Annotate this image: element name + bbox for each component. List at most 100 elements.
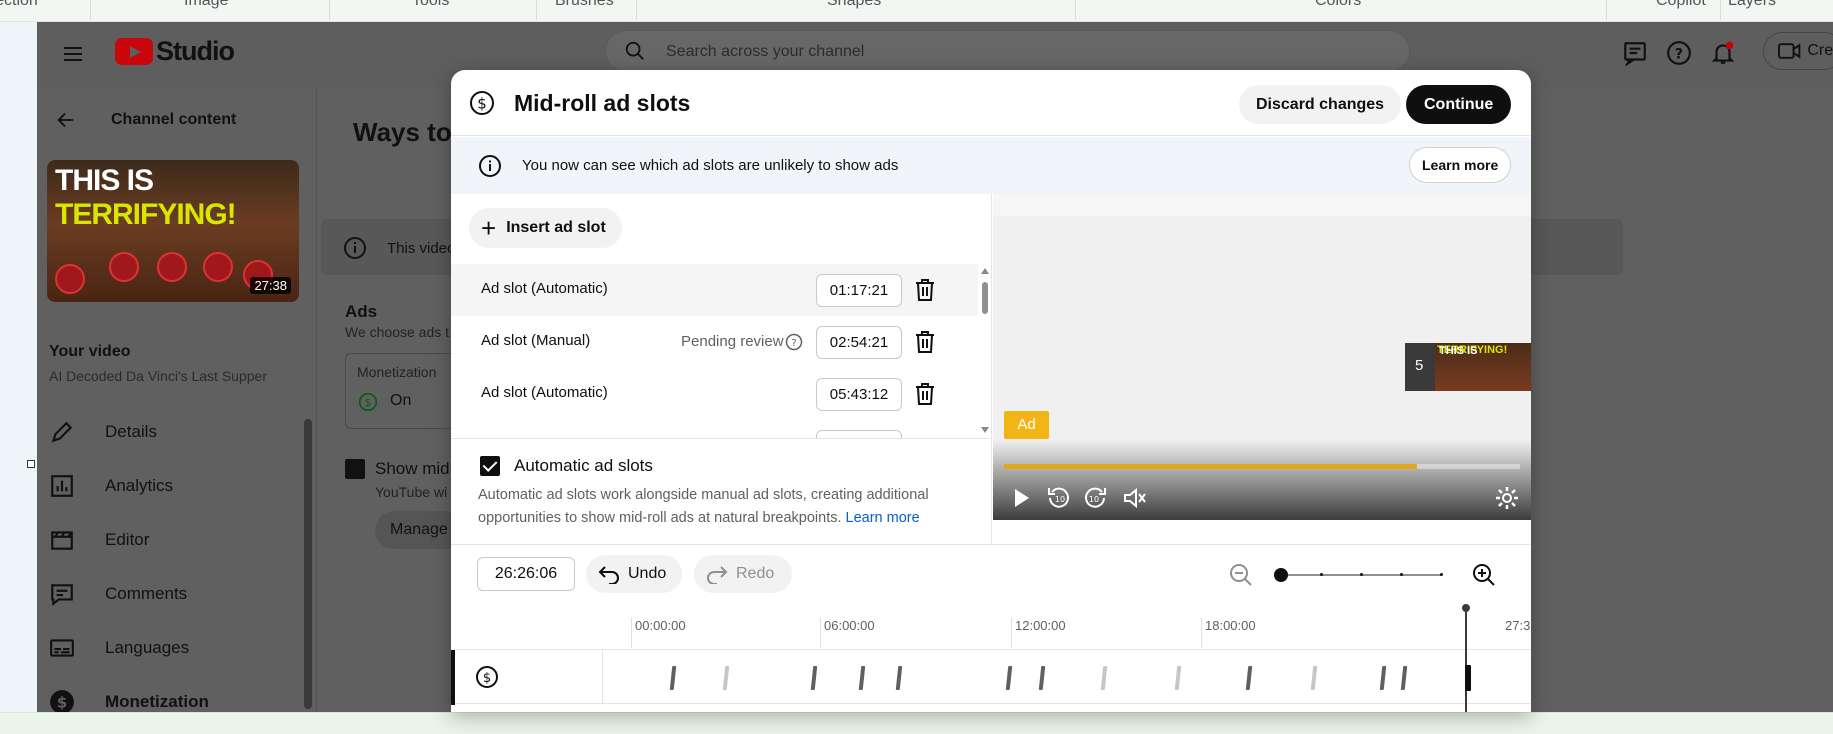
sidebar-item-details[interactable]: Details — [49, 412, 157, 452]
insert-ad-slot-button[interactable]: + Insert ad slot — [469, 208, 622, 248]
sidebar-item-monetization[interactable]: $ Monetization — [49, 682, 209, 712]
ad-slot-marker[interactable] — [1038, 666, 1046, 690]
automatic-learn-more-link[interactable]: Learn more — [846, 510, 920, 526]
host-menu-image[interactable]: Image — [184, 0, 228, 10]
help-icon[interactable]: ? — [785, 333, 803, 351]
host-menu-copilot[interactable]: Copilot — [1656, 0, 1706, 10]
notifications-icon[interactable] — [1710, 40, 1736, 66]
ad-slot-marker[interactable] — [1005, 666, 1013, 690]
ad-badge: Ad — [1004, 411, 1049, 439]
host-menu-colors[interactable]: Colors — [1315, 0, 1361, 10]
video-thumbnail[interactable]: THIS IS TERRIFYING! 27:38 — [47, 160, 299, 302]
ad-slot-time-input[interactable]: 01:17:21 — [816, 274, 902, 307]
analytics-icon — [51, 475, 73, 497]
ad-slot-marker[interactable] — [1400, 666, 1408, 690]
ad-slot-row[interactable] — [451, 420, 978, 438]
ad-slot-marker[interactable] — [1100, 666, 1108, 690]
studio-logo[interactable]: Studio — [115, 36, 235, 67]
search-input[interactable]: Search across your channel — [605, 30, 1410, 72]
feedback-icon[interactable] — [1622, 40, 1648, 66]
scroll-up-icon[interactable] — [981, 268, 989, 274]
ad-slot-time-input[interactable]: 02:54:21 — [816, 326, 902, 359]
play-icon[interactable] — [1007, 484, 1035, 512]
back-to-channel-content[interactable]: Channel content — [55, 109, 236, 131]
ad-slot-marker[interactable] — [1379, 666, 1387, 690]
playhead-ad-slot-marker[interactable] — [1465, 665, 1471, 691]
thumbnail-seal-icon — [157, 252, 187, 282]
undo-icon — [598, 566, 619, 584]
continue-button[interactable]: Continue — [1406, 85, 1512, 124]
scrollbar-thumb[interactable] — [982, 282, 988, 314]
help-icon[interactable]: ? — [1666, 40, 1692, 66]
host-menu-brushes[interactable]: Brushes — [555, 0, 614, 10]
undo-button[interactable]: Undo — [586, 555, 683, 593]
ad-slot-marker[interactable] — [1245, 666, 1253, 690]
show-midroll-checkbox[interactable] — [345, 459, 365, 479]
zoom-in-icon[interactable] — [1471, 562, 1497, 588]
sidebar-item-label: Analytics — [105, 476, 174, 495]
ad-slot-time-input[interactable] — [816, 430, 902, 438]
ad-slot-track[interactable]: $ — [451, 649, 1531, 705]
ad-slot-marker[interactable] — [1174, 666, 1182, 690]
trash-icon[interactable] — [914, 278, 936, 302]
upnext-image: THIS IS TERRIFYING! — [1435, 343, 1531, 391]
ads-subtitle: We choose ads t — [345, 324, 450, 340]
host-menu-shapes[interactable]: Shapes — [827, 0, 881, 10]
ad-slot-row[interactable]: Ad slot (Automatic) 01:17:21 — [451, 264, 978, 316]
ad-slot-time-input[interactable]: 05:43:12 — [816, 378, 902, 411]
discard-changes-button[interactable]: Discard changes — [1239, 85, 1402, 124]
trash-icon[interactable] — [914, 330, 936, 354]
host-menu-selection[interactable]: Selection — [0, 0, 38, 10]
sidebar-item-editor[interactable]: Editor — [49, 520, 149, 560]
timeline-tick-label: 00:00:00 — [631, 618, 686, 648]
host-menu-tools[interactable]: Tools — [412, 0, 449, 10]
sidebar-item-analytics[interactable]: Analytics — [49, 466, 173, 506]
learn-more-button[interactable]: Learn more — [1409, 147, 1512, 183]
settings-gear-icon[interactable] — [1493, 484, 1521, 512]
svg-text:?: ? — [1675, 46, 1683, 62]
back-label: Channel content — [111, 111, 237, 128]
ad-slot-marker[interactable] — [810, 666, 818, 690]
ad-slot-marker[interactable] — [1310, 666, 1318, 690]
upnext-thumbnail[interactable]: 5 THIS IS TERRIFYING! — [1405, 343, 1531, 391]
zoom-slider-handle[interactable] — [1274, 568, 1288, 582]
pencil-icon — [51, 421, 73, 443]
ad-slot-marker[interactable] — [858, 666, 866, 690]
sidebar-item-comments[interactable]: Comments — [49, 574, 187, 614]
thumbnail-caption: THIS IS TERRIFYING! — [55, 164, 237, 231]
redo-button[interactable]: Redo — [694, 555, 793, 593]
video-duration: 27:38 — [250, 277, 291, 294]
rewind-10-icon[interactable]: 10 — [1045, 484, 1073, 512]
monetization-icon: $ — [50, 690, 74, 712]
ad-slot-list: Ad slot (Automatic) 01:17:21 Ad slot (Ma… — [451, 264, 992, 439]
redo-label: Redo — [736, 565, 775, 582]
ad-slot-row[interactable]: Ad slot (Manual) Pending review ? 02:54:… — [451, 316, 978, 368]
create-button[interactable]: Crea — [1763, 32, 1833, 70]
ad-slot-marker[interactable] — [669, 666, 677, 690]
host-menu-layers[interactable]: Layers — [1728, 0, 1776, 10]
ad-slot-row[interactable]: Ad slot (Automatic) 05:43:12 — [451, 368, 978, 420]
scroll-down-icon[interactable] — [981, 427, 989, 433]
forward-10-icon[interactable]: 10 — [1081, 484, 1109, 512]
svg-text:?: ? — [791, 338, 796, 349]
ad-slot-marker[interactable] — [722, 666, 730, 690]
ad-slot-name: Ad slot (Automatic) — [481, 384, 608, 401]
menu-icon[interactable] — [61, 42, 85, 66]
current-time-input[interactable]: 26:26:06 — [477, 557, 575, 591]
automatic-ad-slots-checkbox[interactable] — [480, 456, 500, 476]
muted-volume-icon[interactable] — [1121, 484, 1149, 512]
ad-slot-list-scrollbar[interactable] — [979, 264, 991, 438]
ad-slot-marker[interactable] — [895, 666, 903, 690]
sidebar-scrollbar[interactable] — [304, 419, 312, 709]
ad-slot-timeline[interactable]: 00:00:00 06:00:00 12:00:00 18:00:00 27:3… — [451, 604, 1531, 712]
sidebar-item-label: Languages — [105, 638, 190, 657]
player-progress-bar[interactable] — [1004, 464, 1520, 469]
sidebar-item-languages[interactable]: Languages — [49, 628, 189, 668]
host-menu-bar: Selection Image Tools Brushes Shapes Col… — [0, 0, 1833, 22]
timeline-playhead[interactable] — [1462, 604, 1470, 712]
trash-icon[interactable] — [914, 382, 936, 406]
ad-slot-name: Ad slot (Automatic) — [481, 280, 608, 297]
resize-handle[interactable] — [27, 460, 35, 468]
zoom-out-icon[interactable] — [1228, 562, 1254, 588]
video-preview-player[interactable]: 5 THIS IS TERRIFYING! Ad 10 10 — [993, 216, 1531, 520]
